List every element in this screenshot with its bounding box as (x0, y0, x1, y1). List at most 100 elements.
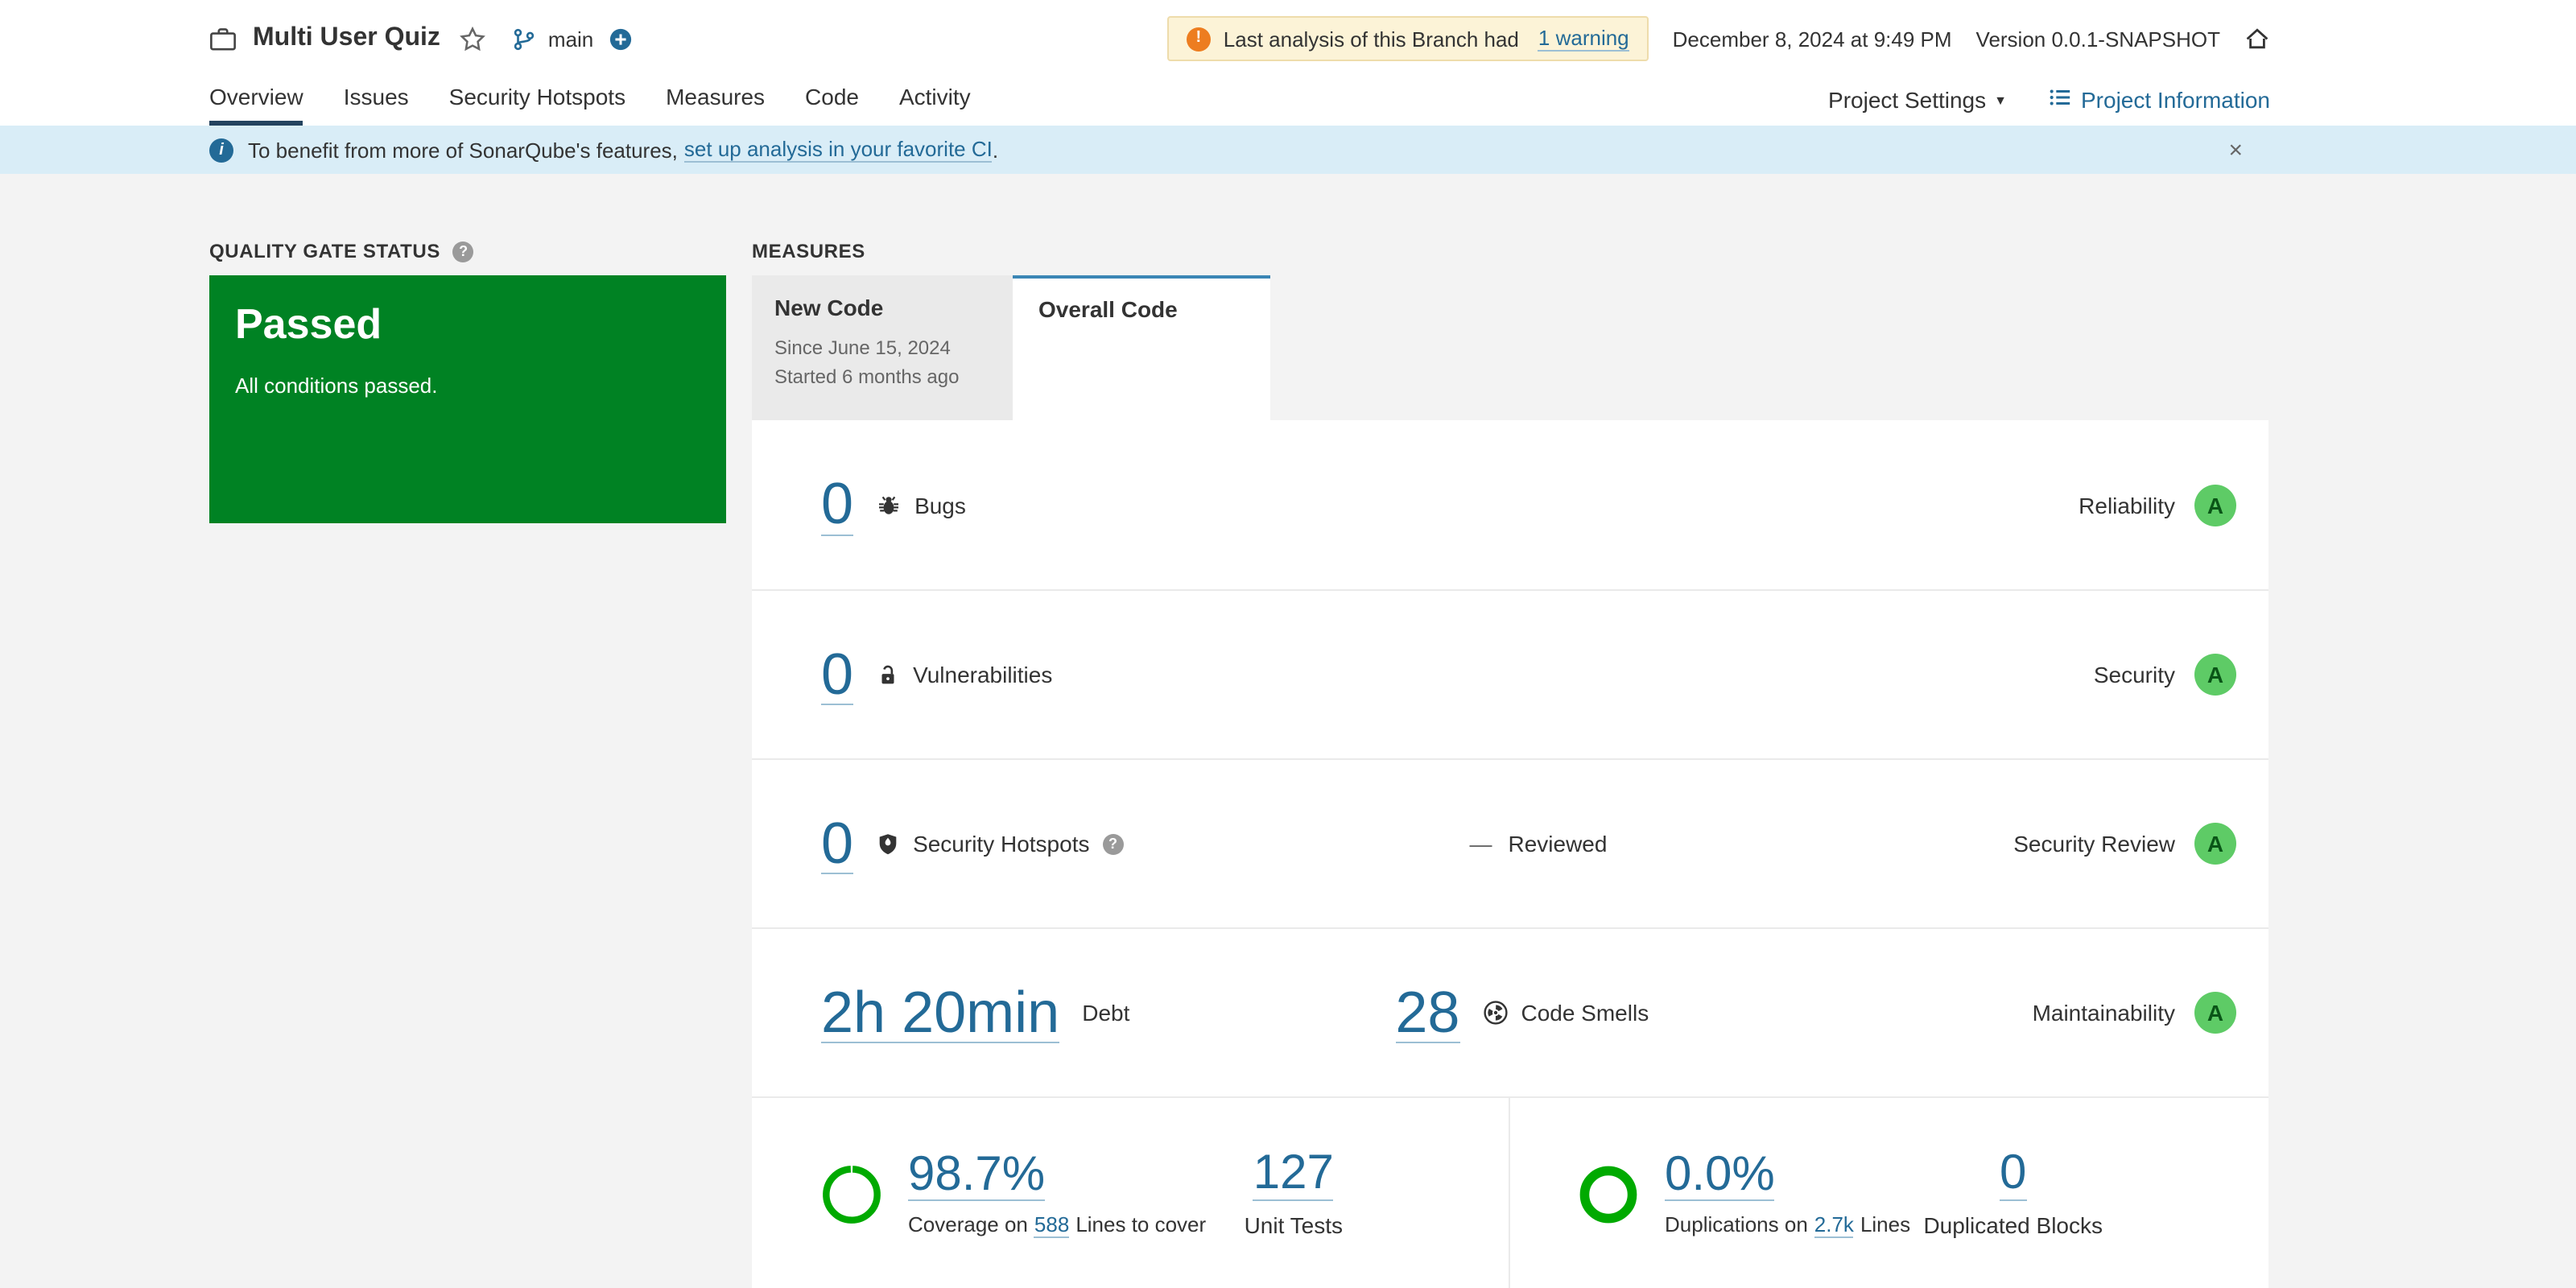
home-icon[interactable] (2244, 26, 2270, 52)
security-label: Security (2093, 662, 2175, 687)
hotspots-count-link[interactable]: 0 (821, 812, 854, 875)
duplicated-blocks-count-link[interactable]: 0 (2000, 1148, 2027, 1201)
tab-issues[interactable]: Issues (344, 84, 409, 126)
vulnerabilities-count-link[interactable]: 0 (821, 643, 854, 706)
unit-tests-count-link[interactable]: 127 (1253, 1148, 1334, 1201)
quality-gate-detail: All conditions passed. (235, 374, 438, 398)
branch-selector[interactable]: main (513, 27, 632, 51)
analysis-warning-chip: ! Last analysis of this Branch had 1 war… (1166, 16, 1649, 61)
quality-gate-status-card: Passed All conditions passed. (209, 275, 726, 523)
reviewed-label: Reviewed (1508, 831, 1608, 857)
security-review-domain: Security Review A (2013, 823, 2236, 865)
project-header: Multi User Quiz main ! Last analysis of … (0, 0, 2576, 77)
coverage-duplications-row: 98.7% Coverage on 588 Lines to cover 127 U… (752, 1096, 2268, 1288)
bugs-label: Bugs (914, 492, 966, 518)
duplications-cell: 0.0% Duplications on 2.7k Lines 0 Duplicat… (1510, 1098, 2268, 1288)
tab-security-hotspots[interactable]: Security Hotspots (449, 84, 625, 126)
duplication-lines-link[interactable]: 2.7k (1814, 1212, 1854, 1239)
duplications-value-group: 0.0% Duplications on 2.7k Lines (1665, 1149, 1911, 1239)
code-smells-label: Code Smells (1521, 999, 1649, 1026)
analysis-date: December 8, 2024 at 9:49 PM (1672, 27, 1952, 51)
favorite-star-icon[interactable] (460, 25, 487, 52)
project-information-label: Project Information (2081, 87, 2270, 113)
bugs-count-link[interactable]: 0 (821, 473, 854, 536)
overall-code-tab-label: Overall Code (1038, 296, 1178, 322)
coverage-caption-suffix: Lines to cover (1075, 1212, 1207, 1237)
coverage-cell: 98.7% Coverage on 588 Lines to cover 127 U… (752, 1098, 1510, 1288)
unit-tests-label: Unit Tests (1244, 1212, 1343, 1238)
measure-row-vulnerabilities: 0 Vulnerabilities Security A (752, 589, 2268, 758)
chevron-down-icon: ▼ (1994, 93, 2007, 107)
hotspots-label: Security Hotspots (913, 831, 1090, 857)
ci-setup-link[interactable]: set up analysis in your favorite CI (683, 137, 993, 163)
ci-setup-banner: i To benefit from more of SonarQube's fe… (0, 126, 2576, 174)
security-domain: Security A (2094, 654, 2236, 696)
overview-main: QUALITY GATE STATUS ? Passed All conditi… (0, 174, 2576, 1288)
tab-new-code[interactable]: New Code Since June 15, 2024 Started 6 m… (752, 275, 1013, 420)
warning-text: Last analysis of this Branch had (1223, 27, 1519, 51)
coverage-value-group: 98.7% Coverage on 588 Lines to cover (908, 1149, 1207, 1239)
coverage-percent-link[interactable]: 98.7% (908, 1149, 1046, 1202)
radiation-icon (1482, 1000, 1508, 1026)
bugs-label-group: Bugs (876, 492, 966, 518)
nav-actions: Project Settings ▼ Project Information (1828, 85, 2270, 126)
quality-gate-heading-row: QUALITY GATE STATUS ? (209, 240, 726, 262)
open-lock-icon (876, 663, 900, 687)
project-title: Multi User Quiz (253, 24, 440, 52)
quality-gate-section: QUALITY GATE STATUS ? Passed All conditi… (209, 240, 726, 523)
list-icon (2047, 85, 2071, 114)
add-branch-icon[interactable] (608, 27, 632, 51)
measure-row-hotspots: 0 Security Hotspots ? — Reviewed Securit… (752, 758, 2268, 927)
tab-code[interactable]: Code (805, 84, 859, 126)
duplications-percent-link[interactable]: 0.0% (1665, 1149, 1775, 1202)
lines-to-cover-link[interactable]: 588 (1034, 1212, 1070, 1239)
measures-panel: 0 Bugs Reliability A 0 Vulnerabilities S… (752, 420, 2268, 1288)
tab-overall-code[interactable]: Overall Code (1013, 275, 1270, 420)
tab-measures[interactable]: Measures (666, 84, 765, 126)
duplicated-blocks-group: 0 Duplicated Blocks (1923, 1148, 2103, 1237)
debt-link[interactable]: 2h 20min (821, 981, 1060, 1044)
coverage-ring-icon (821, 1164, 882, 1225)
measures-heading-row: MEASURES (752, 240, 2268, 262)
version-label: Version 0.0.1-SNAPSHOT (1975, 27, 2220, 51)
project-icon (209, 27, 237, 51)
measures-tabs: New Code Since June 15, 2024 Started 6 m… (752, 275, 2268, 420)
shield-icon (876, 832, 900, 856)
banner-message: To benefit from more of SonarQube's feat… (248, 138, 678, 162)
page: Multi User Quiz main ! Last analysis of … (0, 0, 2576, 1288)
code-smells-count-link[interactable]: 28 (1395, 981, 1460, 1044)
quality-gate-heading: QUALITY GATE STATUS (209, 240, 440, 262)
warning-icon: ! (1186, 27, 1211, 51)
new-code-since: Since June 15, 2024 (774, 336, 951, 359)
security-rating-badge: A (2194, 654, 2236, 696)
reviewed-group: — Reviewed (1470, 831, 1608, 857)
close-icon[interactable]: × (2228, 138, 2243, 162)
bug-icon (876, 492, 902, 518)
code-smells-group: 28 Code Smells (1395, 981, 1649, 1044)
help-icon[interactable]: ? (1102, 833, 1124, 854)
warning-link[interactable]: 1 warning (1538, 26, 1629, 52)
tab-activity[interactable]: Activity (899, 84, 971, 126)
reliability-rating-badge: A (2194, 484, 2236, 526)
duplications-caption-suffix: Lines (1860, 1212, 1911, 1237)
nav-tabs: Overview Issues Security Hotspots Measur… (209, 84, 971, 126)
vulnerabilities-label: Vulnerabilities (913, 662, 1053, 687)
header-meta: ! Last analysis of this Branch had 1 war… (1166, 16, 2270, 61)
coverage-caption-prefix: Coverage on (908, 1212, 1028, 1237)
reviewed-value: — (1469, 831, 1492, 857)
help-icon[interactable]: ? (452, 241, 474, 262)
project-information-button[interactable]: Project Information (2047, 85, 2270, 114)
quality-gate-status: Passed (235, 299, 382, 348)
duplications-caption-prefix: Duplications on (1665, 1212, 1808, 1237)
hotspots-label-group: Security Hotspots ? (876, 831, 1124, 857)
project-settings-label: Project Settings (1828, 87, 1987, 113)
security-review-rating-badge: A (2194, 823, 2236, 865)
coverage-caption: Coverage on 588 Lines to cover (908, 1212, 1207, 1239)
project-nav: Overview Issues Security Hotspots Measur… (0, 77, 2576, 126)
branch-icon (513, 27, 537, 51)
debt-label: Debt (1082, 1000, 1130, 1026)
project-settings-dropdown[interactable]: Project Settings ▼ (1828, 87, 2007, 113)
project-identity: Multi User Quiz main (209, 24, 632, 53)
maintainability-domain: Maintainability A (2033, 992, 2236, 1034)
tab-overview[interactable]: Overview (209, 84, 303, 126)
